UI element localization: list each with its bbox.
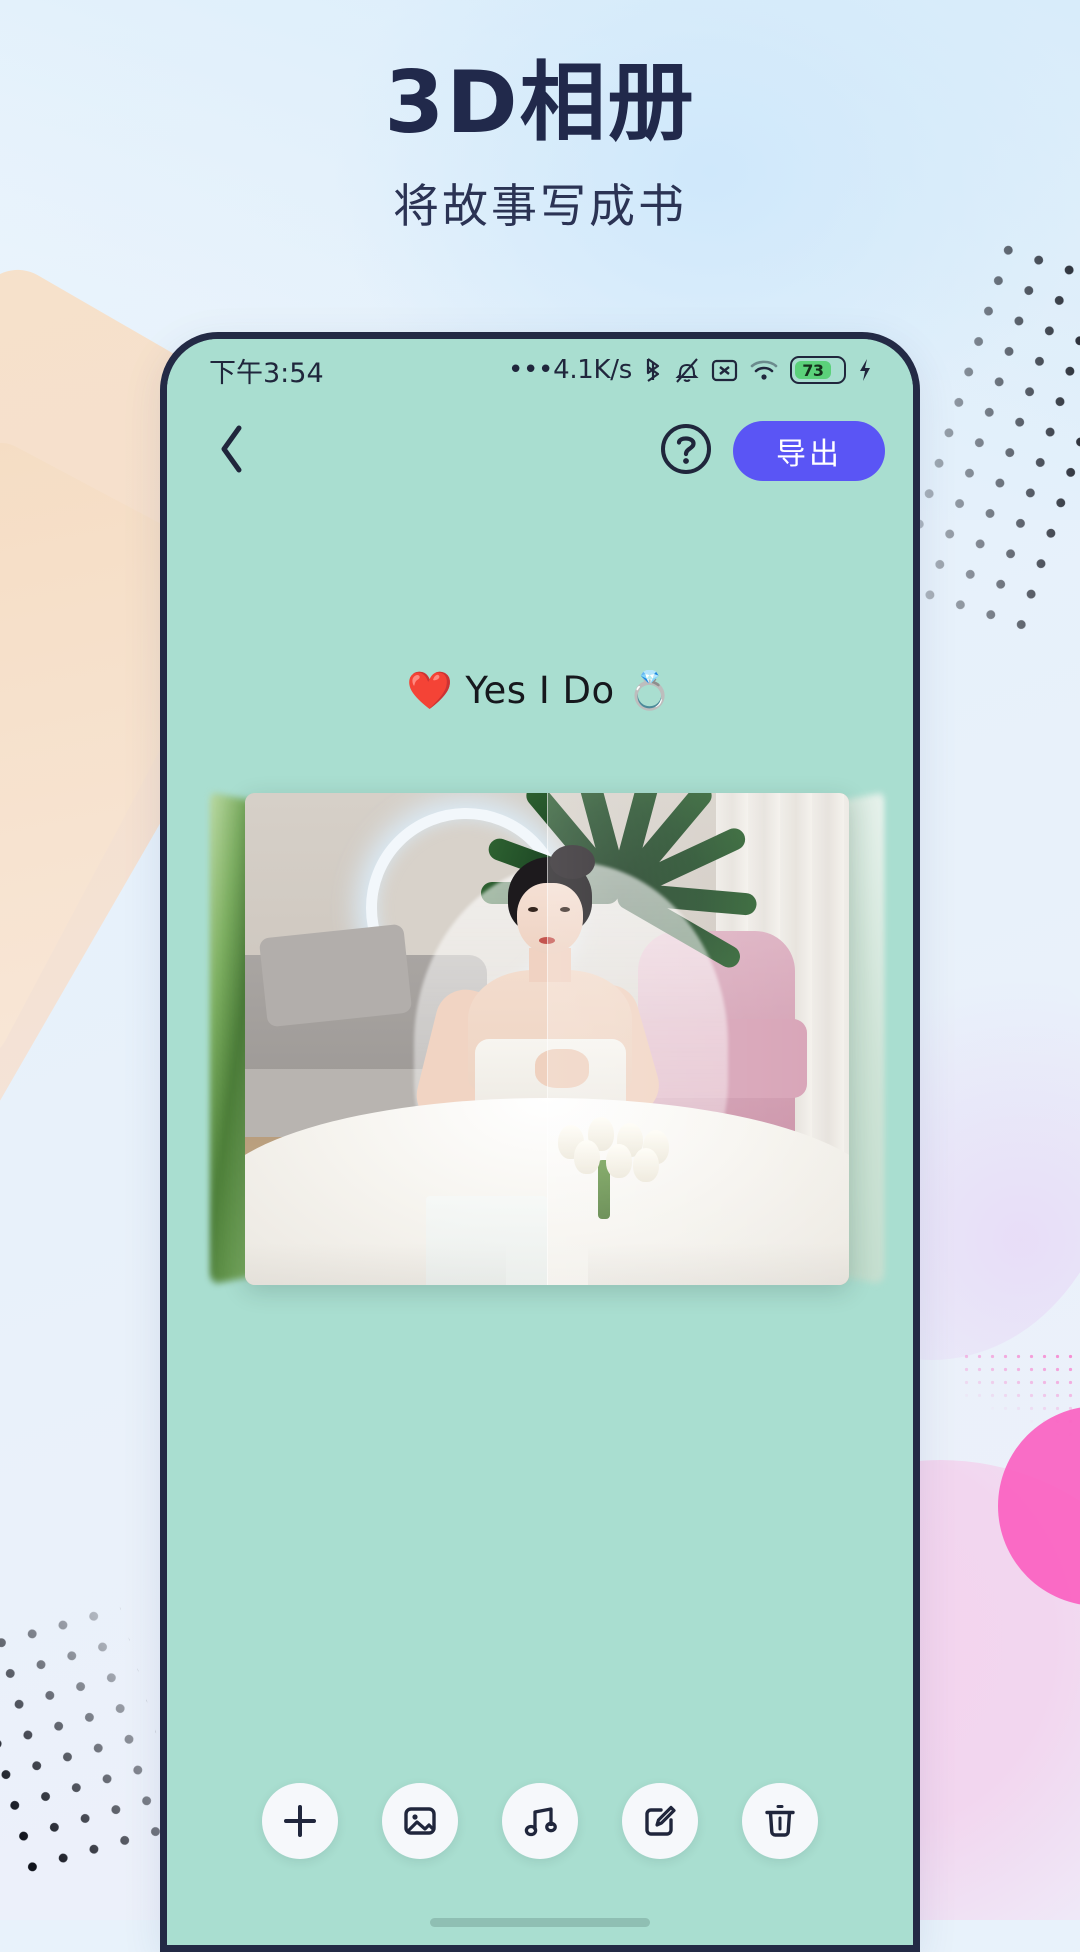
- chevron-left-icon: [217, 423, 247, 480]
- bluetooth-icon: [643, 356, 663, 384]
- book-page-current[interactable]: [245, 793, 849, 1285]
- photo-hand: [534, 1048, 590, 1089]
- help-button[interactable]: [655, 420, 717, 482]
- delete-button[interactable]: [742, 1783, 818, 1859]
- photo-sofa-cushion: [258, 923, 413, 1027]
- promo-headline: 3D相册 将故事写成书: [0, 58, 1080, 236]
- add-page-button[interactable]: [262, 1783, 338, 1859]
- image-icon: [401, 1802, 439, 1840]
- bride-photo: [245, 793, 849, 1285]
- status-bar: 下午3:54 •••4.1K/s 73: [167, 339, 913, 401]
- add-image-button[interactable]: [382, 1783, 458, 1859]
- charging-bolt-icon: [857, 357, 873, 383]
- photo-vase: [426, 1196, 547, 1285]
- speed-dots: •••: [507, 355, 554, 385]
- app-navigation-bar: 导出: [167, 405, 913, 497]
- editor-toolbar: [167, 1783, 913, 1859]
- trash-icon: [761, 1802, 799, 1840]
- question-mark-circle-icon: [659, 422, 713, 481]
- album-page-title[interactable]: ❤️ Yes I Do 💍: [167, 669, 913, 713]
- home-indicator[interactable]: [430, 1918, 650, 1927]
- export-button[interactable]: 导出: [733, 421, 885, 481]
- plus-icon: [281, 1802, 319, 1840]
- back-button[interactable]: [201, 420, 263, 482]
- promo-subtitle: 将故事写成书: [393, 179, 687, 234]
- pink-dot-field: [960, 1350, 1080, 1440]
- export-button-label: 导出: [776, 437, 842, 472]
- network-speed-label: •••4.1K/s: [508, 355, 632, 385]
- speed-value: 4.1K/s: [553, 355, 632, 385]
- add-music-button[interactable]: [502, 1783, 578, 1859]
- pencil-square-icon: [641, 1802, 679, 1840]
- phone-mockup: 下午3:54 •••4.1K/s 73 导出 ❤️ Yes I Do 💍: [160, 332, 920, 1952]
- edit-button[interactable]: [622, 1783, 698, 1859]
- photo-book-3d[interactable]: [201, 792, 893, 1285]
- music-note-icon: [521, 1802, 559, 1840]
- phone-screen: 下午3:54 •••4.1K/s 73 导出 ❤️ Yes I Do 💍: [167, 339, 913, 1945]
- wifi-icon: [749, 358, 779, 382]
- photo-bouquet: [553, 1116, 686, 1221]
- photo-hair-bun: [550, 844, 596, 880]
- battery-percent-label: 73: [795, 361, 831, 380]
- sim-disabled-icon: [711, 358, 738, 383]
- page-seam: [547, 793, 548, 1285]
- promo-title: 3D相册: [384, 53, 696, 153]
- mute-bell-icon: [674, 356, 700, 384]
- battery-icon: 73: [790, 356, 846, 384]
- status-bar-clock: 下午3:54: [209, 357, 324, 389]
